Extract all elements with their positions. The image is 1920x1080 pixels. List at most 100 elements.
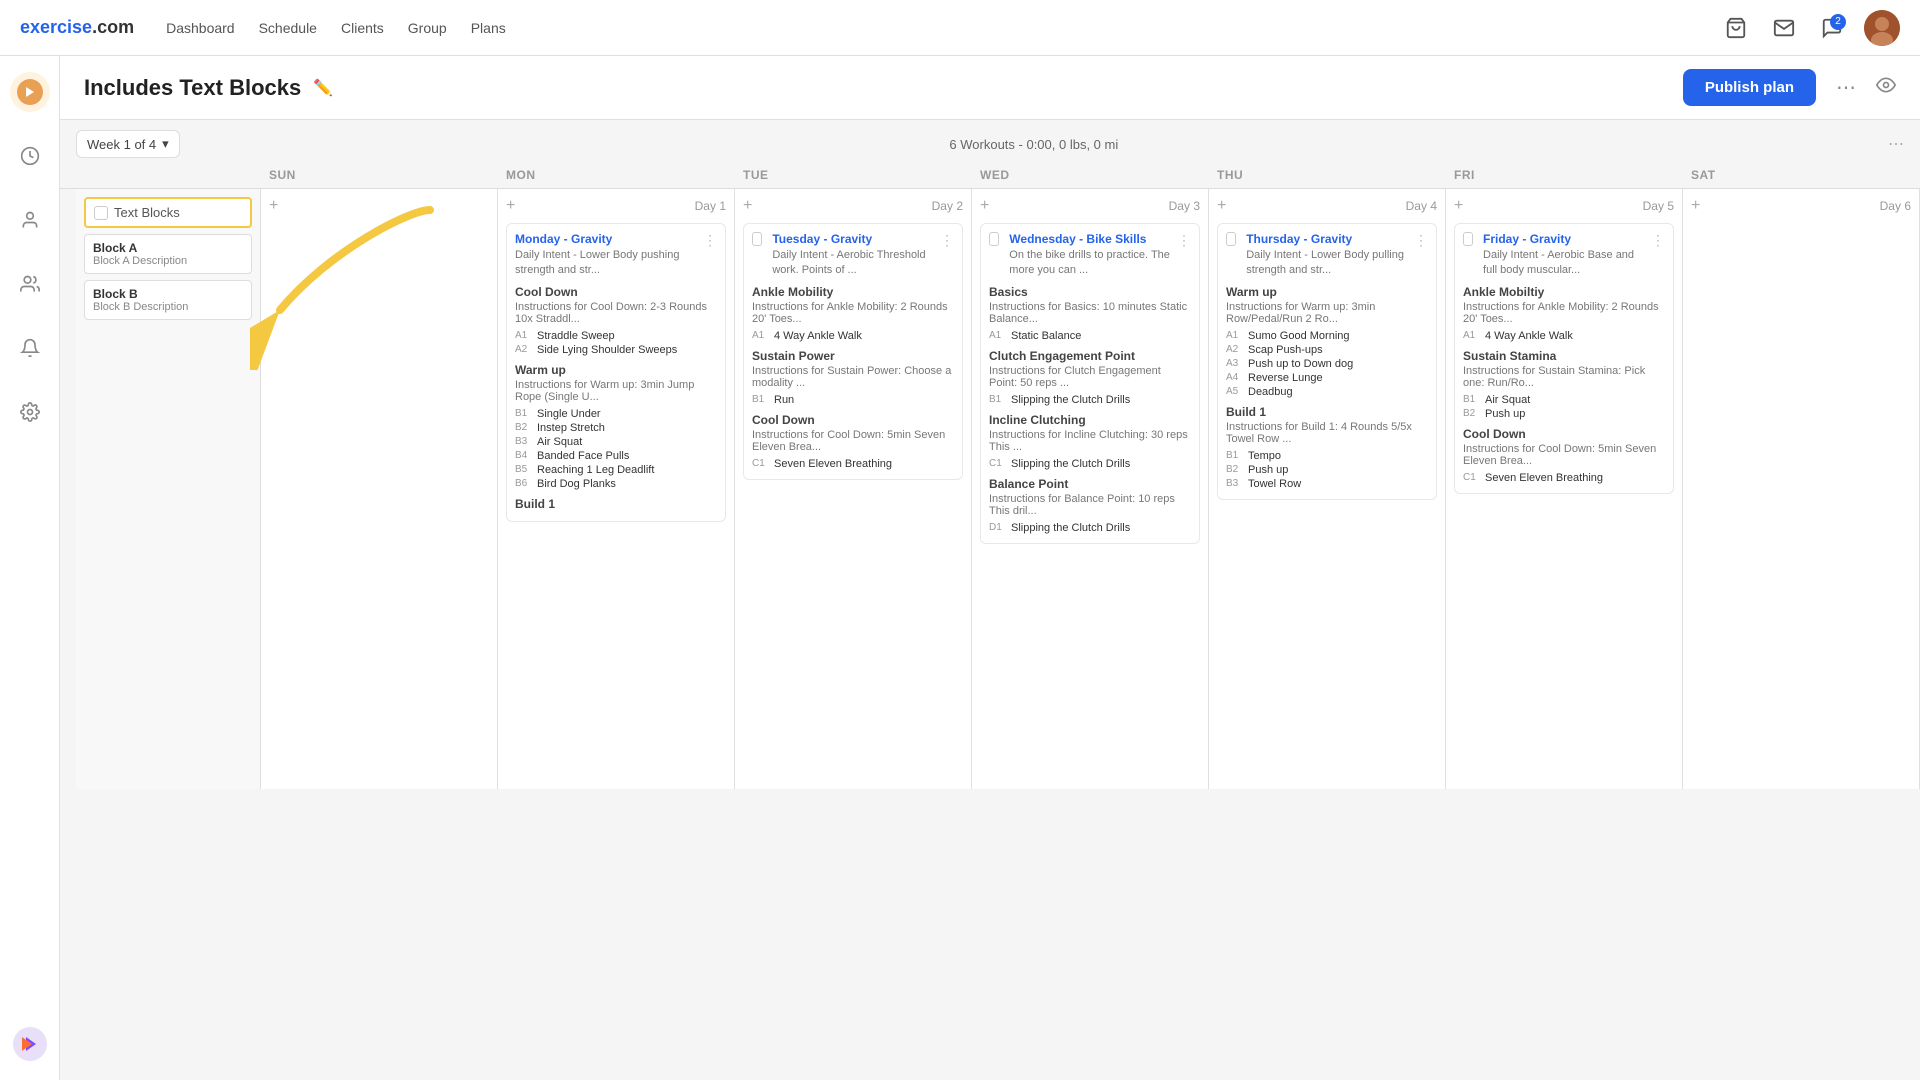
shopping-icon[interactable] xyxy=(1720,12,1752,44)
wed-section-balance: Balance Point Instructions for Balance P… xyxy=(989,477,1191,535)
day-col-wed-header: + Day 3 xyxy=(980,197,1200,215)
wed-workout-desc: On the bike drills to practice. The more… xyxy=(1009,248,1177,279)
day-col-sun: + xyxy=(261,189,498,789)
tue-sustain-desc: Instructions for Sustain Power: Choose a… xyxy=(752,365,954,389)
tue-workout-title[interactable]: Tuesday - Gravity xyxy=(772,232,940,246)
wed-card-more[interactable]: ⋮ xyxy=(1177,232,1191,249)
top-navigation: exercise.com Dashboard Schedule Clients … xyxy=(0,0,1920,56)
nav-schedule[interactable]: Schedule xyxy=(259,20,317,36)
publish-button[interactable]: Publish plan xyxy=(1683,69,1816,106)
block-b-item[interactable]: Block B Block B Description xyxy=(84,280,252,320)
sidebar-user-icon[interactable] xyxy=(10,200,50,240)
page-title: Includes Text Blocks xyxy=(84,75,301,101)
fri-workout-title[interactable]: Friday - Gravity xyxy=(1483,232,1651,246)
text-block-highlighted-item[interactable]: Text Blocks xyxy=(84,197,252,228)
nav-group[interactable]: Group xyxy=(408,20,447,36)
day-sun-add-btn[interactable]: + xyxy=(269,197,278,215)
tue-card-more[interactable]: ⋮ xyxy=(940,232,954,249)
sidebar-bell-icon[interactable] xyxy=(10,328,50,368)
tue-ex-c1: C1 Seven Eleven Breathing xyxy=(752,457,954,471)
block-a-title: Block A xyxy=(93,241,243,255)
thu-checkbox[interactable] xyxy=(1226,232,1236,246)
text-block-checkbox[interactable] xyxy=(94,206,108,220)
fri-ankle-desc: Instructions for Ankle Mobility: 2 Round… xyxy=(1463,301,1665,325)
thu-workout-title[interactable]: Thursday - Gravity xyxy=(1246,232,1414,246)
mon-ex-b2: B2 Instep Stretch xyxy=(515,421,717,435)
wed-section-basics: Basics Instructions for Basics: 10 minut… xyxy=(989,285,1191,343)
wed-incline-title: Incline Clutching xyxy=(989,413,1191,427)
thu-section-build1: Build 1 Instructions for Build 1: 4 Roun… xyxy=(1226,405,1428,491)
day6-number: Day 6 xyxy=(1880,199,1911,213)
more-options-button[interactable]: ⋯ xyxy=(1828,71,1864,104)
tue-workout-card: Tuesday - Gravity Daily Intent - Aerobic… xyxy=(743,223,963,480)
day-mon-add-btn[interactable]: + xyxy=(506,197,515,215)
day-wed-add-btn[interactable]: + xyxy=(980,197,989,215)
mon-ex-b3: B3 Air Squat xyxy=(515,435,717,449)
user-avatar[interactable] xyxy=(1864,10,1900,46)
day-col-mon: + Day 1 Monday - Gravity Daily Intent - … xyxy=(498,189,735,789)
day-col-sat: + Day 6 xyxy=(1683,189,1920,789)
thu-warmup-title: Warm up xyxy=(1226,285,1428,299)
nav-plans[interactable]: Plans xyxy=(471,20,506,36)
thu-workout-desc: Daily Intent - Lower Body pulling streng… xyxy=(1246,248,1414,279)
mail-icon[interactable] xyxy=(1768,12,1800,44)
fri-sustain-desc: Instructions for Sustain Stamina: Pick o… xyxy=(1463,365,1665,389)
sidebar-settings-icon[interactable] xyxy=(10,392,50,432)
mon-workout-title[interactable]: Monday - Gravity xyxy=(515,232,703,246)
sidebar-group-icon[interactable] xyxy=(10,264,50,304)
nav-right: 2 xyxy=(1720,10,1900,46)
day5-number: Day 5 xyxy=(1643,199,1674,213)
tue-ankle-title: Ankle Mobility xyxy=(752,285,954,299)
chat-icon[interactable]: 2 xyxy=(1816,12,1848,44)
fri-workout-card: Friday - Gravity Daily Intent - Aerobic … xyxy=(1454,223,1674,494)
block-a-item[interactable]: Block A Block A Description xyxy=(84,234,252,274)
logo[interactable]: exercise.com xyxy=(20,17,134,38)
wed-workout-card: Wednesday - Bike Skills On the bike dril… xyxy=(980,223,1200,544)
nav-dashboard[interactable]: Dashboard xyxy=(166,20,235,36)
fri-section-sustain: Sustain Stamina Instructions for Sustain… xyxy=(1463,349,1665,421)
mon-ex-a1: A1 Straddle Sweep xyxy=(515,329,717,343)
chat-badge: 2 xyxy=(1830,14,1846,30)
mon-ex-b6: B6 Bird Dog Planks xyxy=(515,477,717,491)
day-header-fri: FRI xyxy=(1446,162,1683,188)
wed-section-clutch: Clutch Engagement Point Instructions for… xyxy=(989,349,1191,407)
day-fri-add-btn[interactable]: + xyxy=(1454,197,1463,215)
nav-clients[interactable]: Clients xyxy=(341,20,384,36)
fri-cooldown-title: Cool Down xyxy=(1463,427,1665,441)
sidebar-logo-icon[interactable] xyxy=(10,72,50,112)
tue-checkbox[interactable] xyxy=(752,232,762,246)
mon-section-build1: Build 1 xyxy=(515,497,717,511)
tue-cooldown-title: Cool Down xyxy=(752,413,954,427)
day-header-tue: TUE xyxy=(735,162,972,188)
sidebar-app-icon[interactable] xyxy=(10,1024,50,1064)
wed-balance-desc: Instructions for Balance Point: 10 reps … xyxy=(989,493,1191,517)
wed-incline-desc: Instructions for Incline Clutching: 30 r… xyxy=(989,429,1191,453)
wed-workout-title[interactable]: Wednesday - Bike Skills xyxy=(1009,232,1177,246)
workout-summary: 6 Workouts - 0:00, 0 lbs, 0 mi xyxy=(949,137,1118,152)
fri-ex-b2: B2 Push up xyxy=(1463,407,1665,421)
sidebar-billing-icon[interactable] xyxy=(10,136,50,176)
week-selector[interactable]: Week 1 of 4 ▾ xyxy=(76,130,180,158)
wed-basics-title: Basics xyxy=(989,285,1191,299)
edit-title-icon[interactable]: ✏️ xyxy=(313,78,333,98)
tue-cooldown-desc: Instructions for Cool Down: 5min Seven E… xyxy=(752,429,954,453)
mon-ex-b5: B5 Reaching 1 Leg Deadlift xyxy=(515,463,717,477)
day-tue-add-btn[interactable]: + xyxy=(743,197,752,215)
day-header-sat: SAT xyxy=(1683,162,1920,188)
summary-more-icon[interactable]: ⋯ xyxy=(1888,134,1904,154)
mon-ex-b1: B1 Single Under xyxy=(515,407,717,421)
day-col-fri-header: + Day 5 xyxy=(1454,197,1674,215)
day-thu-add-btn[interactable]: + xyxy=(1217,197,1226,215)
thu-card-more[interactable]: ⋮ xyxy=(1414,232,1428,249)
day-sat-add-btn[interactable]: + xyxy=(1691,197,1700,215)
fri-card-more[interactable]: ⋮ xyxy=(1651,232,1665,249)
week-controls: Week 1 of 4 ▾ 6 Workouts - 0:00, 0 lbs, … xyxy=(60,120,1920,162)
thu-ex-b3: B3 Towel Row xyxy=(1226,477,1428,491)
view-toggle-button[interactable] xyxy=(1876,75,1896,101)
mon-ex-b4: B4 Banded Face Pulls xyxy=(515,449,717,463)
day-header-thu: THU xyxy=(1209,162,1446,188)
tue-section-cooldown: Cool Down Instructions for Cool Down: 5m… xyxy=(752,413,954,471)
fri-checkbox[interactable] xyxy=(1463,232,1473,246)
mon-card-more[interactable]: ⋮ xyxy=(703,232,717,249)
wed-checkbox[interactable] xyxy=(989,232,999,246)
